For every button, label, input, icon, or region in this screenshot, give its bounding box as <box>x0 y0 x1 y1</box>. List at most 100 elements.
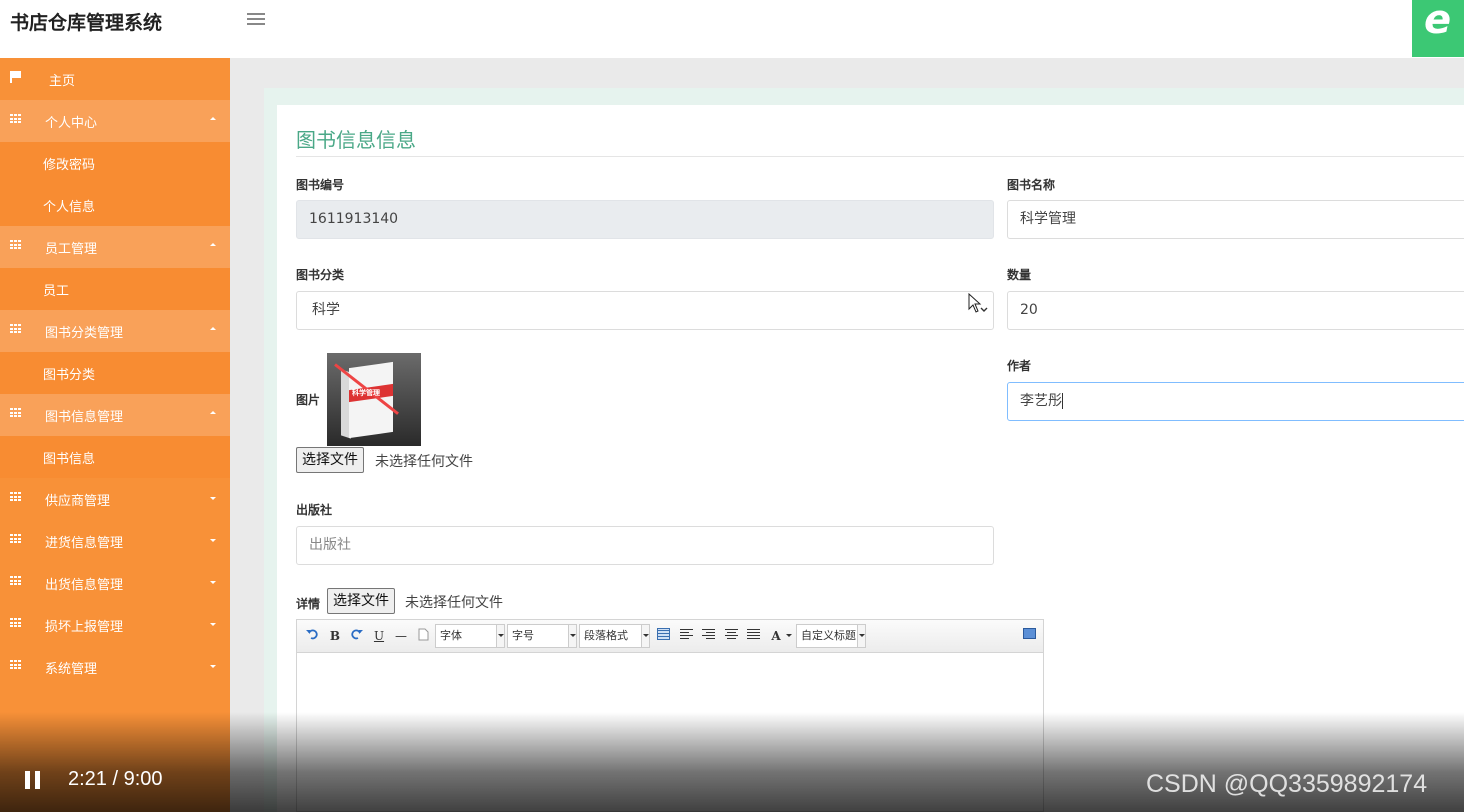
sidebar-item-change-password[interactable]: 修改密码 <box>0 142 230 184</box>
sidebar-item-system-management[interactable]: 系统管理 <box>0 646 230 688</box>
details-no-file-text: 未选择任何文件 <box>405 595 503 611</box>
custom-title-select[interactable]: 自定义标题 <box>796 624 866 648</box>
sidebar-item-label: 损坏上报管理 <box>45 619 124 635</box>
caret-down-icon <box>210 497 216 500</box>
grid-icon <box>10 114 22 124</box>
publisher-label: 出版社 <box>296 503 333 517</box>
video-time: 2:21 / 9:00 <box>68 768 163 790</box>
pause-icon[interactable] <box>25 771 41 789</box>
sidebar-item-staff[interactable]: 员工 <box>0 268 230 310</box>
undo-icon[interactable] <box>306 628 318 640</box>
sidebar-item-purchase-management[interactable]: 进货信息管理 <box>0 520 230 562</box>
page-title: 图书信息信息 <box>296 128 416 152</box>
bold-button[interactable]: B <box>329 627 341 645</box>
align-justify-icon[interactable] <box>747 629 760 641</box>
sidebar: 主页 个人中心 修改密码 个人信息 员工管理 员工 图书分类管理 图书分类 图书… <box>0 58 230 812</box>
flag-icon <box>10 71 21 83</box>
sidebar-item-label: 进货信息管理 <box>45 535 124 551</box>
align-right-icon[interactable] <box>702 629 715 641</box>
fullscreen-icon[interactable] <box>1023 628 1036 639</box>
book-cover-image: 科学管理 <box>327 353 421 446</box>
grid-icon <box>10 240 22 250</box>
grid-icon <box>10 408 22 418</box>
image-choose-file-button[interactable]: 选择文件 <box>296 447 364 473</box>
book-no-label: 图书编号 <box>296 178 345 192</box>
custom-title-select-label: 自定义标题 <box>801 629 856 642</box>
font-family-select-label: 字体 <box>440 629 462 642</box>
editor-toolbar: B U — 字体 字号 段落格式 A 自定义标题 <box>297 620 1043 653</box>
category-selected-value: 科学 <box>312 302 340 318</box>
sidebar-item-book-info[interactable]: 图书信息 <box>0 436 230 478</box>
caret-up-icon <box>210 243 216 246</box>
details-choose-file-button[interactable]: 选择文件 <box>327 588 395 614</box>
book-cover-title: 科学管理 <box>352 389 380 397</box>
paragraph-format-select-label: 段落格式 <box>584 629 628 642</box>
author-input-value: 李艺彤 <box>1020 393 1062 409</box>
app-title: 书店仓库管理系统 <box>10 12 163 34</box>
top-bar: 书店仓库管理系统 e <box>0 0 1464 58</box>
sidebar-item-book-info-management[interactable]: 图书信息管理 <box>0 394 230 436</box>
book-no-input[interactable]: 1611913140 <box>296 200 994 239</box>
caret-down-icon <box>210 623 216 626</box>
grid-icon <box>10 534 22 544</box>
sidebar-item-supplier-management[interactable]: 供应商管理 <box>0 478 230 520</box>
author-label: 作者 <box>1007 359 1032 373</box>
sidebar-item-label: 图书信息 <box>43 451 96 467</box>
category-select[interactable]: 科学 <box>296 291 994 330</box>
font-size-select[interactable]: 字号 <box>507 624 577 648</box>
sidebar-item-label: 修改密码 <box>43 157 96 173</box>
align-center-icon[interactable] <box>725 629 738 641</box>
image-no-file-text: 未选择任何文件 <box>375 454 473 470</box>
horizontal-rule-button[interactable]: — <box>395 627 407 645</box>
caret-up-icon <box>210 117 216 120</box>
author-input[interactable]: 李艺彤 <box>1007 382 1464 421</box>
category-label: 图书分类 <box>296 268 345 282</box>
sidebar-item-category-management[interactable]: 图书分类管理 <box>0 310 230 352</box>
sidebar-item-label: 系统管理 <box>45 661 98 677</box>
browser-logo-icon: e <box>1412 0 1464 57</box>
sidebar-item-personal-info[interactable]: 个人信息 <box>0 184 230 226</box>
hamburger-menu-icon[interactable] <box>247 11 265 27</box>
caret-down-icon <box>210 539 216 542</box>
image-label: 图片 <box>296 393 321 407</box>
sidebar-item-label: 供应商管理 <box>45 493 111 509</box>
sidebar-item-label: 图书分类管理 <box>45 325 124 341</box>
font-size-select-label: 字号 <box>512 629 534 642</box>
grid-icon <box>10 618 22 628</box>
grid-icon <box>10 324 22 334</box>
font-color-dropdown-icon[interactable] <box>786 634 792 638</box>
publisher-input[interactable]: 出版社 <box>296 526 994 565</box>
font-family-select[interactable]: 字体 <box>435 624 505 648</box>
sidebar-item-label: 出货信息管理 <box>45 577 124 593</box>
grid-icon <box>10 660 22 670</box>
sidebar-item-label: 个人中心 <box>45 115 98 131</box>
caret-down-icon <box>210 665 216 668</box>
sidebar-item-damage-report-management[interactable]: 损坏上报管理 <box>0 604 230 646</box>
title-divider <box>296 156 1464 157</box>
quantity-label: 数量 <box>1007 268 1032 282</box>
sidebar-item-category[interactable]: 图书分类 <box>0 352 230 394</box>
font-color-button[interactable]: A <box>769 627 783 645</box>
redo-icon[interactable] <box>351 628 363 640</box>
sidebar-item-home[interactable]: 主页 <box>0 58 230 100</box>
sidebar-item-label: 图书分类 <box>43 367 96 383</box>
quantity-input[interactable]: 20 <box>1007 291 1464 330</box>
align-left-icon[interactable] <box>680 629 693 641</box>
table-icon[interactable] <box>657 628 670 640</box>
paragraph-format-select[interactable]: 段落格式 <box>579 624 650 648</box>
caret-up-icon <box>210 327 216 330</box>
grid-icon <box>10 492 22 502</box>
sidebar-item-label: 员工 <box>43 283 70 299</box>
sidebar-item-staff-management[interactable]: 员工管理 <box>0 226 230 268</box>
text-caret <box>1062 393 1063 409</box>
page-icon[interactable] <box>418 628 429 641</box>
caret-down-icon <box>210 581 216 584</box>
watermark: CSDN @QQ3359892174 <box>1146 770 1428 798</box>
sidebar-item-label: 主页 <box>49 73 76 89</box>
mouse-cursor-icon <box>968 293 982 313</box>
book-name-label: 图书名称 <box>1007 178 1056 192</box>
book-name-input[interactable]: 科学管理 <box>1007 200 1464 239</box>
underline-button[interactable]: U <box>373 627 385 645</box>
sidebar-item-personal-center[interactable]: 个人中心 <box>0 100 230 142</box>
sidebar-item-shipment-management[interactable]: 出货信息管理 <box>0 562 230 604</box>
